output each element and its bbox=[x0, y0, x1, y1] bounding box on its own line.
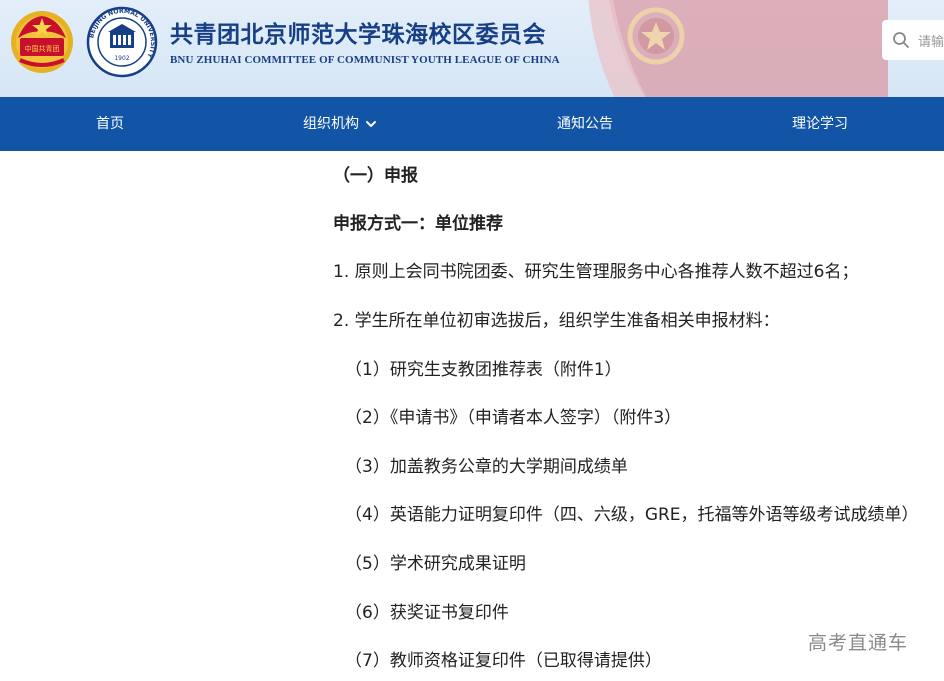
paragraph-point-1: 1. 原则上会同书院团委、研究生管理服务中心各推荐人数不超过6名； bbox=[333, 262, 859, 282]
material-item-6: （6）获奖证书复印件 bbox=[345, 603, 509, 623]
watermark-text: 高考直通车 bbox=[808, 632, 909, 654]
svg-text:中国共青团: 中国共青团 bbox=[25, 44, 60, 53]
paragraph-point-2: 2. 学生所在单位初审选拔后，组织学生准备相关申报材料： bbox=[333, 311, 780, 331]
nav-item-label[interactable]: 组织机构 bbox=[303, 97, 359, 151]
svg-text:1902: 1902 bbox=[114, 55, 129, 62]
site-subtitle-en: BNU ZHUHAI COMMITTEE OF COMMUNIST YOUTH … bbox=[170, 54, 560, 66]
search-icon[interactable] bbox=[892, 31, 910, 49]
material-item-2: （2）《申请书》（申请者本人签字）（附件3） bbox=[345, 408, 682, 428]
material-item-7: （7）教师资格证复印件（已取得请提供） bbox=[345, 651, 662, 671]
bnu-university-seal[interactable]: BEIJING NORMAL UNIVERSITY 1902 bbox=[86, 6, 158, 78]
search-box[interactable]: 请输 bbox=[882, 20, 944, 60]
method-title: 申报方式一：单位推荐 bbox=[333, 214, 503, 234]
material-item-3: （3）加盖教务公章的大学期间成绩单 bbox=[345, 457, 628, 477]
nav-item-label[interactable]: 首页 bbox=[96, 97, 124, 151]
main-navigation: 首页 组织机构 通知公告 理论学习 bbox=[0, 97, 944, 151]
nav-item-label[interactable]: 通知公告 bbox=[557, 97, 613, 151]
nav-item-label[interactable]: 理论学习 bbox=[792, 97, 848, 151]
material-item-4: （4）英语能力证明复印件（四、六级，GRE，托福等外语等级考试成绩单） bbox=[345, 505, 919, 525]
section-heading: （一）申报 bbox=[333, 166, 418, 186]
chevron-down-icon[interactable] bbox=[365, 118, 377, 130]
nav-item-home[interactable]: 首页 bbox=[96, 97, 124, 151]
site-title[interactable]: 共青团北京师范大学珠海校区委员会 bbox=[170, 15, 546, 49]
material-item-5: （5）学术研究成果证明 bbox=[345, 554, 526, 574]
flag-emblem-background bbox=[588, 0, 888, 97]
communist-youth-league-logo[interactable]: 中国共青团 bbox=[6, 4, 78, 76]
nav-item-theory-study[interactable]: 理论学习 bbox=[792, 97, 848, 151]
site-header: 中国共青团 BEIJING NORMAL UNIVERSITY 1902 共青团… bbox=[0, 0, 944, 97]
nav-item-organization[interactable]: 组织机构 bbox=[303, 97, 377, 151]
search-input-placeholder[interactable]: 请输 bbox=[918, 31, 944, 50]
nav-item-notices[interactable]: 通知公告 bbox=[557, 97, 613, 151]
material-item-1: （1）研究生支教团推荐表（附件1） bbox=[345, 360, 622, 380]
